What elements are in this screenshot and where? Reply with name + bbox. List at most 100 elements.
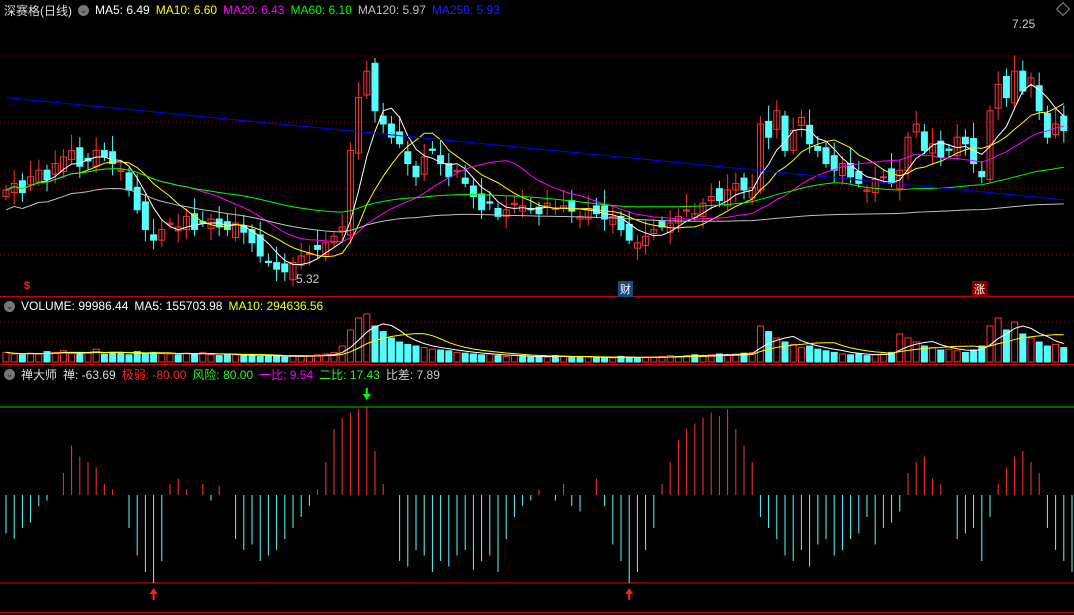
- volume-bar: [191, 353, 199, 363]
- candle-down: [625, 223, 633, 241]
- candle-down: [961, 136, 969, 145]
- high-price-label: 7.25: [1012, 17, 1036, 31]
- volume-bar: [486, 353, 494, 363]
- volume-bar: [404, 343, 412, 363]
- volume-bar: [625, 356, 633, 363]
- volume-bar: [510, 355, 518, 363]
- finance-marker[interactable]: 财: [618, 281, 633, 297]
- volume-bar: [560, 355, 568, 363]
- volume-bar: [281, 356, 289, 363]
- candle-down: [1060, 115, 1068, 132]
- volume-bar: [240, 355, 248, 363]
- volume-bar: [584, 356, 592, 363]
- volume-bar: [18, 354, 26, 363]
- candle-down: [1043, 112, 1051, 138]
- candle-down: [150, 234, 158, 241]
- volume-bar: [232, 354, 240, 363]
- volume-bar: [765, 331, 773, 363]
- volume-bar: [215, 355, 223, 363]
- ma120-line: [5, 187, 1064, 233]
- volume-bar: [568, 356, 576, 363]
- candle-down: [100, 149, 108, 158]
- volume-bar: [855, 353, 863, 363]
- volume-bar: [387, 337, 395, 363]
- candle-down: [601, 205, 609, 220]
- volume-bar: [68, 352, 76, 363]
- volume-bar: [109, 351, 117, 363]
- volume-bar: [76, 353, 84, 363]
- volume-bar: [363, 313, 371, 363]
- limit-up-marker[interactable]: 涨: [972, 281, 987, 297]
- volume-bar: [838, 353, 846, 363]
- volume-bar: [633, 357, 641, 363]
- candle-down: [822, 147, 830, 165]
- volume-bar: [461, 352, 469, 363]
- volume-bar: [781, 341, 789, 363]
- volume-bar: [379, 331, 387, 363]
- volume-bar: [576, 355, 584, 363]
- volume-bar: [150, 351, 158, 363]
- volume-bar: [437, 349, 445, 363]
- candle-down: [945, 148, 953, 151]
- candle-down: [568, 200, 576, 212]
- volume-bar: [248, 354, 256, 363]
- volume-bar: [166, 353, 174, 363]
- volume-bar: [937, 349, 945, 363]
- volume-bar: [543, 356, 551, 363]
- volume-bar: [420, 347, 428, 363]
- volume-bar: [847, 354, 855, 363]
- dollar-marker[interactable]: $: [22, 280, 32, 292]
- volume-bar: [27, 352, 35, 363]
- candle-down: [888, 168, 896, 184]
- stock-chart-window: 深赛格(日线) ⌄ MA5: 6.49 MA10: 6.60 MA20: 6.4…: [0, 0, 1074, 615]
- volume-bar: [125, 354, 133, 363]
- volume-bar: [519, 355, 527, 363]
- chart-canvas[interactable]: [0, 0, 1074, 615]
- volume-bar: [1052, 343, 1060, 363]
- candle-down: [281, 263, 289, 273]
- volume-bar: [879, 353, 887, 363]
- candle-down: [404, 151, 412, 165]
- candle-down: [18, 180, 26, 194]
- volume-bar: [961, 351, 969, 363]
- candle-down: [765, 120, 773, 138]
- candle-down: [445, 163, 453, 178]
- volume-bar: [182, 352, 190, 363]
- candle-down: [478, 193, 486, 211]
- volume-bar: [297, 355, 305, 363]
- candle-down: [781, 115, 789, 151]
- volume-bar: [453, 351, 461, 363]
- candle-down: [1002, 75, 1010, 99]
- volume-bar: [871, 354, 879, 363]
- volume-bar: [642, 356, 650, 363]
- volume-bar: [929, 347, 937, 363]
- volume-bar: [806, 345, 814, 363]
- candle-down: [461, 177, 469, 184]
- candle-down: [412, 165, 420, 178]
- candle-down: [806, 124, 814, 145]
- volume-bar: [141, 353, 149, 363]
- candle-down: [141, 201, 149, 231]
- volume-bar: [970, 349, 978, 363]
- sell-arrow-icon: [362, 388, 371, 400]
- volume-bar: [158, 352, 166, 363]
- volume-bar: [945, 348, 953, 363]
- volume-bar: [494, 355, 502, 363]
- volume-bar: [863, 355, 871, 363]
- volume-bar: [469, 353, 477, 363]
- volume-bar: [35, 353, 43, 363]
- volume-bar: [601, 356, 609, 363]
- volume-bar: [2, 351, 10, 363]
- candle-down: [814, 145, 822, 151]
- low-price-label: 5.32: [296, 272, 320, 286]
- candle-down: [486, 201, 494, 204]
- volume-bar: [51, 351, 59, 363]
- candle-down: [1019, 70, 1027, 92]
- candle-down: [248, 229, 256, 244]
- buy-arrow-icon: [625, 588, 634, 600]
- volume-bar: [92, 348, 100, 363]
- volume-bar: [223, 353, 231, 363]
- volume-bar: [1043, 345, 1051, 363]
- candle-down: [273, 262, 281, 270]
- volume-bar: [814, 348, 822, 363]
